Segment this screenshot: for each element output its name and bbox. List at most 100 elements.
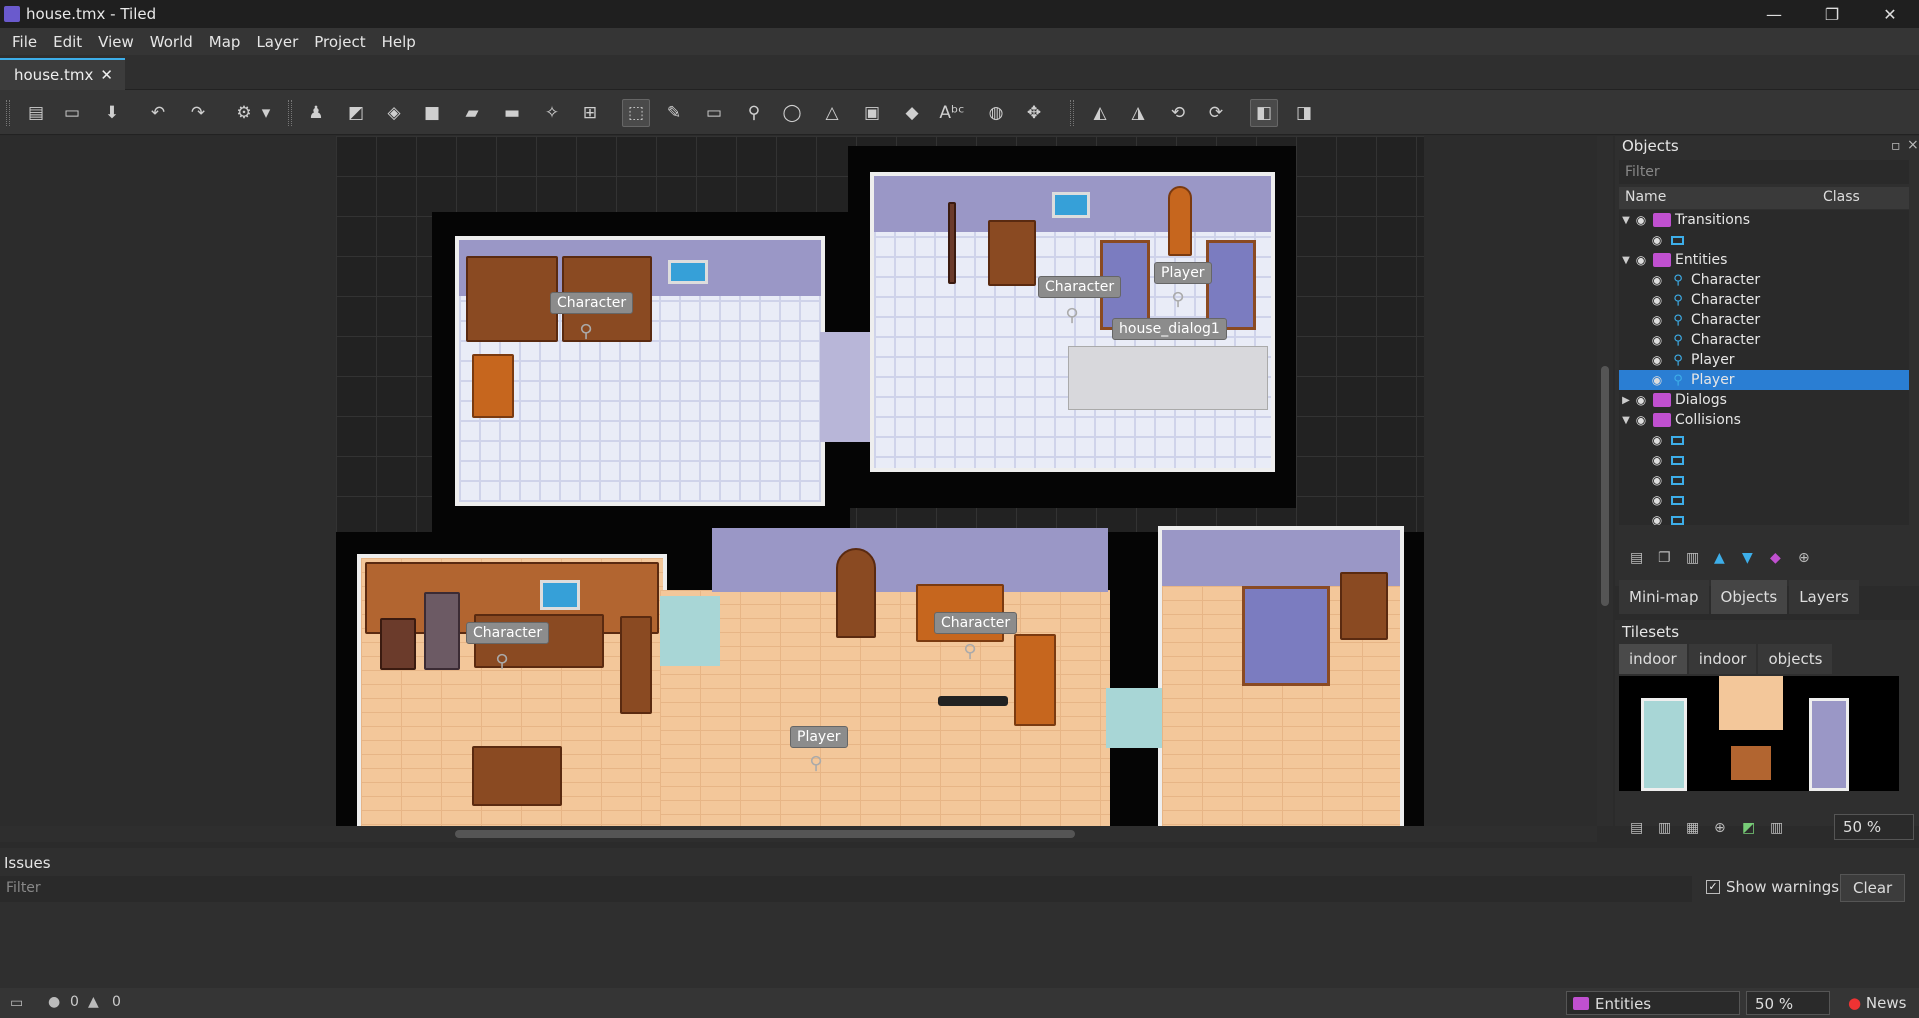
- tab-mini-map[interactable]: Mini-map: [1619, 580, 1709, 614]
- command-icon[interactable]: ⚙: [230, 99, 258, 127]
- object-label-character[interactable]: Character: [550, 292, 634, 314]
- tileset-tab-indoor[interactable]: indoor: [1619, 644, 1687, 674]
- visibility-eye-icon[interactable]: ◉: [1649, 293, 1665, 307]
- visibility-eye-icon[interactable]: ◉: [1649, 233, 1665, 247]
- object-label-dialog[interactable]: house_dialog1: [1112, 318, 1227, 340]
- highlight-layer-icon[interactable]: ◧: [1250, 99, 1278, 127]
- visibility-eye-icon[interactable]: ◉: [1649, 273, 1665, 287]
- canvas-horizontal-scrollbar[interactable]: [0, 826, 1597, 842]
- insert-rectangle-icon[interactable]: ▭: [700, 99, 728, 127]
- duplicate-object-icon[interactable]: ❐: [1658, 550, 1671, 566]
- insert-ellipse-icon[interactable]: ◯: [778, 99, 806, 127]
- error-icon[interactable]: ●: [48, 994, 60, 1010]
- command-dropdown-icon[interactable]: ▾: [258, 99, 274, 127]
- move-world-icon[interactable]: ✥: [1020, 99, 1048, 127]
- show-warnings-checkbox[interactable]: ✓: [1706, 880, 1720, 894]
- zoom-select[interactable]: 50 %: [1746, 991, 1830, 1015]
- current-layer-select[interactable]: Entities: [1566, 991, 1740, 1015]
- edit-polygons-icon[interactable]: ✎: [660, 99, 688, 127]
- point-marker-icon[interactable]: ⚲: [808, 754, 824, 774]
- tab-house-tmx[interactable]: house.tmx ✕: [0, 58, 125, 90]
- flip-horizontal-icon[interactable]: ◭: [1086, 99, 1114, 127]
- visibility-eye-icon[interactable]: ◉: [1649, 313, 1665, 327]
- tree-object-character[interactable]: ◉ ⚲ Character: [1619, 310, 1909, 330]
- embed-tileset-icon[interactable]: ▥: [1658, 820, 1671, 836]
- collapse-arrow-icon[interactable]: ▶: [1619, 395, 1633, 406]
- close-window-button[interactable]: ✕: [1861, 0, 1919, 28]
- object-label-character[interactable]: Character: [1038, 276, 1122, 298]
- open-folder-icon[interactable]: ▭: [58, 99, 86, 127]
- flip-vertical-icon[interactable]: ◮: [1124, 99, 1152, 127]
- visibility-eye-icon[interactable]: ◉: [1649, 513, 1665, 525]
- menu-project[interactable]: Project: [306, 33, 373, 51]
- expand-arrow-icon[interactable]: ▼: [1619, 255, 1633, 266]
- tree-object-rect[interactable]: ◉: [1619, 490, 1909, 510]
- insert-point-icon[interactable]: ⚲: [740, 99, 768, 127]
- visibility-eye-icon[interactable]: ◉: [1649, 333, 1665, 347]
- insert-tile-icon[interactable]: ▣: [858, 99, 886, 127]
- bucket-fill-icon[interactable]: ◈: [380, 99, 408, 127]
- stamp-brush-icon[interactable]: ♟: [302, 99, 330, 127]
- point-marker-icon[interactable]: ⚲: [1170, 290, 1186, 310]
- tab-layers[interactable]: Layers: [1789, 580, 1859, 614]
- tree-object-character[interactable]: ◉ ⚲ Character: [1619, 270, 1909, 290]
- maximize-button[interactable]: ❐: [1803, 0, 1861, 28]
- visibility-eye-icon[interactable]: ◉: [1649, 453, 1665, 467]
- edit-tileset-icon[interactable]: ⊕: [1714, 820, 1726, 836]
- visibility-eye-icon[interactable]: ◉: [1633, 213, 1649, 227]
- eraser-icon[interactable]: ▰: [458, 99, 486, 127]
- console-icon[interactable]: ▭: [10, 995, 23, 1011]
- export-tileset-icon[interactable]: ▦: [1686, 820, 1699, 836]
- world-tool-icon[interactable]: ◍: [982, 99, 1010, 127]
- tree-object-rect[interactable]: ◉: [1619, 450, 1909, 470]
- point-marker-icon[interactable]: ⚲: [1064, 306, 1080, 326]
- tree-object-player-selected[interactable]: ◉ ⚲ Player: [1619, 370, 1909, 390]
- tree-object-character[interactable]: ◉ ⚲ Character: [1619, 330, 1909, 350]
- insert-text-icon[interactable]: Aᵇᶜ: [936, 99, 968, 127]
- visibility-eye-icon[interactable]: ◉: [1649, 373, 1665, 387]
- tree-layer-dialogs[interactable]: ▶ ◉ Dialogs: [1619, 390, 1909, 410]
- move-down-icon[interactable]: ▼: [1742, 550, 1753, 566]
- rotate-right-icon[interactable]: ⟳: [1202, 99, 1230, 127]
- new-tileset-icon[interactable]: ▤: [1630, 820, 1643, 836]
- tree-layer-transitions[interactable]: ▼ ◉ Transitions: [1619, 210, 1909, 230]
- insert-polygon-icon[interactable]: △: [818, 99, 846, 127]
- object-label-character[interactable]: Character: [934, 612, 1018, 634]
- tree-object-character[interactable]: ◉ ⚲ Character: [1619, 290, 1909, 310]
- visibility-eye-icon[interactable]: ◉: [1633, 393, 1649, 407]
- shape-fill-icon[interactable]: ■: [418, 99, 446, 127]
- tab-close-icon[interactable]: ✕: [100, 66, 113, 84]
- save-icon[interactable]: ⬇: [98, 99, 126, 127]
- object-label-player[interactable]: Player: [1154, 262, 1212, 284]
- object-label-player[interactable]: Player: [790, 726, 848, 748]
- clear-issues-button[interactable]: Clear: [1840, 874, 1906, 902]
- issues-filter-input[interactable]: Filter: [0, 876, 1692, 902]
- remove-tileset-icon[interactable]: ▥: [1770, 820, 1783, 836]
- tileset-zoom-select[interactable]: 50 %: [1834, 814, 1914, 840]
- menu-world[interactable]: World: [142, 33, 201, 51]
- visibility-eye-icon[interactable]: ◉: [1633, 413, 1649, 427]
- column-class[interactable]: Class: [1817, 187, 1866, 209]
- objects-filter-input[interactable]: Filter: [1619, 160, 1909, 184]
- tree-layer-entities[interactable]: ▼ ◉ Entities: [1619, 250, 1909, 270]
- tree-object-rect[interactable]: ◉: [1619, 430, 1909, 450]
- menu-layer[interactable]: Layer: [248, 33, 306, 51]
- tab-objects[interactable]: Objects: [1710, 580, 1788, 614]
- tree-object-rect[interactable]: ◉: [1619, 230, 1909, 250]
- menu-map[interactable]: Map: [201, 33, 249, 51]
- column-name[interactable]: Name: [1619, 187, 1817, 209]
- point-marker-icon[interactable]: ⚲: [494, 652, 510, 672]
- tileset-tab-objects[interactable]: objects: [1758, 644, 1833, 674]
- point-marker-icon[interactable]: ⚲: [962, 642, 978, 662]
- move-up-icon[interactable]: ▲: [1714, 550, 1725, 566]
- point-marker-icon[interactable]: ⚲: [578, 322, 594, 342]
- visibility-eye-icon[interactable]: ◉: [1649, 433, 1665, 447]
- menu-view[interactable]: View: [90, 33, 142, 51]
- map-canvas[interactable]: Character ⚲ Character ⚲ Player ⚲ house_d…: [0, 136, 1597, 826]
- menu-edit[interactable]: Edit: [45, 33, 90, 51]
- magic-wand-icon[interactable]: ✧: [538, 99, 566, 127]
- visibility-eye-icon[interactable]: ◉: [1649, 493, 1665, 507]
- delete-object-icon[interactable]: ▥: [1686, 550, 1699, 566]
- select-same-tile-icon[interactable]: ⊞: [576, 99, 604, 127]
- object-properties-icon[interactable]: ⊕: [1798, 550, 1810, 566]
